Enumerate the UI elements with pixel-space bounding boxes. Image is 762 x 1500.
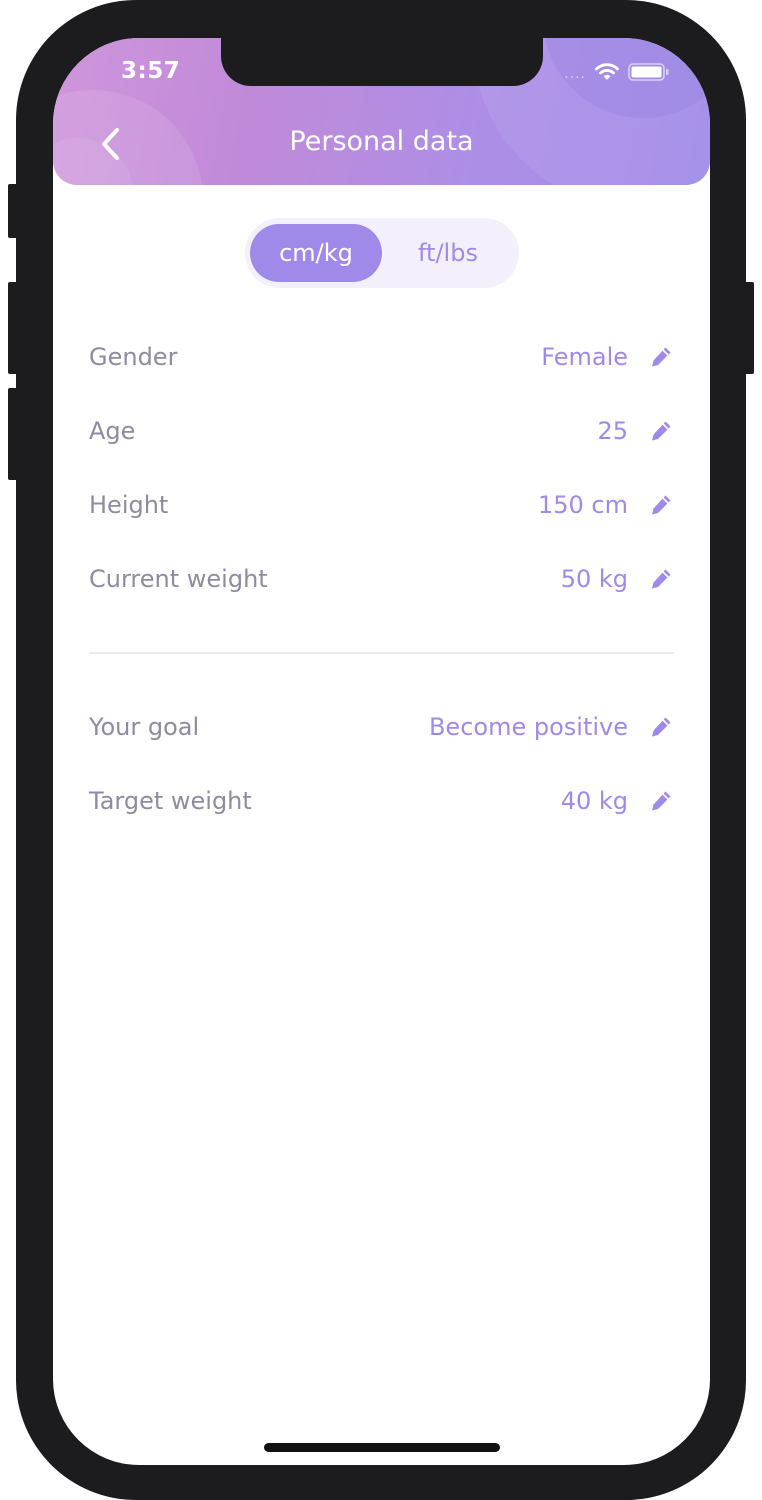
pencil-icon[interactable] <box>648 566 674 592</box>
row-label: Your goal <box>89 713 200 741</box>
goal-row[interactable]: Your goal Become positive <box>89 707 674 747</box>
app-screen: 3:57 .... Personal data cm/kg ft/lbs Gen… <box>53 38 710 1465</box>
battery-icon <box>628 62 670 86</box>
target-weight-row[interactable]: Target weight 40 kg <box>89 781 674 821</box>
volume-up-button <box>8 282 18 374</box>
mute-switch <box>8 184 18 238</box>
volume-down-button <box>8 388 18 480</box>
status-time: 3:57 <box>121 58 181 84</box>
row-value: 150 cm <box>537 491 628 519</box>
row-value: Become positive <box>428 713 628 741</box>
age-row[interactable]: Age 25 <box>89 411 674 451</box>
status-icons: .... <box>564 62 670 86</box>
units-option-imperial[interactable]: ft/lbs <box>382 224 514 282</box>
row-label: Height <box>89 491 169 519</box>
row-value: 25 <box>597 417 628 445</box>
height-row[interactable]: Height 150 cm <box>89 485 674 525</box>
row-label: Gender <box>89 343 178 371</box>
gender-row[interactable]: Gender Female <box>89 337 674 377</box>
power-button <box>744 282 754 374</box>
current-weight-row[interactable]: Current weight 50 kg <box>89 559 674 599</box>
pencil-icon[interactable] <box>648 492 674 518</box>
row-label: Current weight <box>89 565 268 593</box>
row-value: 40 kg <box>560 787 628 815</box>
pencil-icon[interactable] <box>648 788 674 814</box>
wifi-icon <box>594 62 620 86</box>
section-divider <box>89 652 674 654</box>
signal-dots: .... <box>564 66 586 82</box>
row-value: Female <box>541 343 628 371</box>
units-toggle: cm/kg ft/lbs <box>245 218 519 288</box>
pencil-icon[interactable] <box>648 418 674 444</box>
row-value: 50 kg <box>560 565 628 593</box>
row-label: Age <box>89 417 136 445</box>
home-indicator[interactable] <box>264 1443 500 1452</box>
pencil-icon[interactable] <box>648 344 674 370</box>
units-option-metric[interactable]: cm/kg <box>250 224 382 282</box>
page-title: Personal data <box>289 126 474 157</box>
row-label: Target weight <box>89 787 252 815</box>
pencil-icon[interactable] <box>648 714 674 740</box>
device-notch <box>221 38 543 86</box>
